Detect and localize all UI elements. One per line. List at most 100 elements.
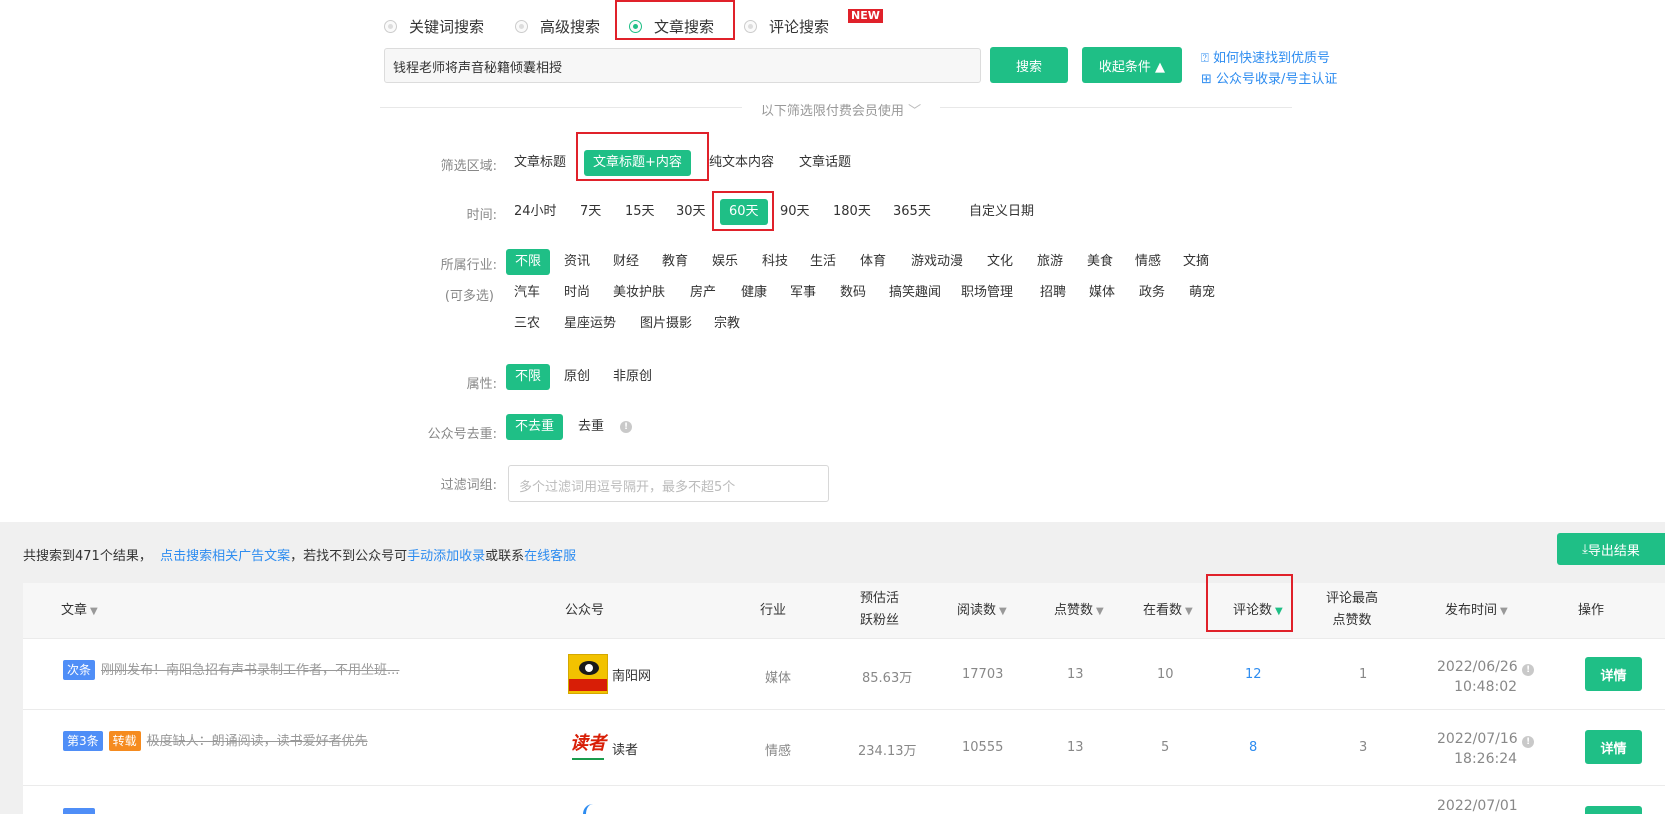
industry-option[interactable]: 宗教 (714, 311, 740, 337)
comments-cell[interactable]: 8 (1249, 740, 1257, 755)
time-option-180d[interactable]: 180天 (833, 199, 871, 225)
attribute-option-original[interactable]: 原创 (564, 364, 590, 390)
header-reads[interactable]: 阅读数 ▼ (957, 600, 1007, 623)
header-likes[interactable]: 点赞数 ▼ (1054, 600, 1104, 623)
dedupe-option-none[interactable]: 不去重 (506, 414, 564, 440)
details-button[interactable] (1585, 806, 1642, 814)
time-option-7d[interactable]: 7天 (580, 199, 601, 225)
industry-option[interactable]: 不限 (506, 249, 551, 275)
area-option-plain-text[interactable]: 纯文本内容 (709, 150, 774, 176)
highlight-box (712, 191, 774, 231)
details-button[interactable]: 详情 (1585, 657, 1642, 691)
fans-cell: 234.13万 (858, 744, 917, 759)
article-title-link[interactable]: 刚刚发布！南阳急招有声书录制工作者，不用坐班... (101, 663, 399, 678)
radio-comment-search[interactable]: 评论搜索 (744, 16, 829, 37)
account-cell[interactable]: 读者 读者 (568, 728, 638, 768)
industry-option[interactable]: 文化 (987, 249, 1013, 275)
repost-tag: 转载 (108, 731, 141, 751)
industry-option[interactable]: 教育 (662, 249, 688, 275)
attribute-option-non-original[interactable]: 非原创 (613, 364, 652, 390)
ad-copy-link[interactable]: 点击搜索相关广告文案 (160, 549, 290, 564)
article-cell: 第3条 转载 极度缺人：朗诵阅读，读书爱好者优先 (63, 730, 368, 751)
top-like-cell: 3 (1359, 740, 1368, 755)
industry-option[interactable]: 萌宠 (1189, 280, 1215, 306)
industry-option[interactable]: 军事 (790, 280, 816, 306)
industry-option[interactable]: 搞笑趣闻 (889, 280, 941, 306)
highlight-box (615, 0, 735, 40)
account-cell[interactable]: 南阳网 (568, 654, 651, 694)
help-link-find-quality[interactable]: ⍰ 如何快速找到优质号 (1201, 48, 1337, 69)
question-icon: ⍰ (1201, 51, 1209, 66)
watching-cell: 5 (1161, 740, 1170, 755)
time-option-15d[interactable]: 15天 (625, 199, 655, 225)
time-option-365d[interactable]: 365天 (893, 199, 931, 225)
industry-option[interactable]: 图片摄影 (640, 311, 692, 337)
attribute-option-any[interactable]: 不限 (506, 364, 551, 390)
radio-keyword-search[interactable]: 关键词搜索 (384, 16, 484, 37)
industry-option[interactable]: 三农 (514, 311, 540, 337)
industry-option[interactable]: 房产 (690, 280, 716, 306)
help-link-add-account[interactable]: ⊞ 公众号收录/号主认证 (1201, 69, 1337, 90)
industry-option[interactable]: 星座运势 (564, 311, 616, 337)
industry-option[interactable]: 资讯 (564, 249, 590, 275)
publish-time-cell: 2022/06/26 ! 10:48:02 (1437, 657, 1535, 697)
header-industry: 行业 (760, 603, 787, 618)
article-title-link[interactable]: 极度缺人：朗诵阅读，读书爱好者优先 (147, 734, 368, 749)
industry-option[interactable]: 美食 (1087, 249, 1113, 275)
time-option-30d[interactable]: 30天 (676, 199, 706, 225)
info-icon[interactable]: ! (1522, 664, 1535, 676)
paid-notice: 以下筛选限付费会员使用 ﹀ (742, 100, 940, 119)
industry-option[interactable]: 情感 (1135, 249, 1161, 275)
industry-option[interactable]: 媒体 (1089, 280, 1115, 306)
industry-option[interactable]: 数码 (840, 280, 866, 306)
industry-option[interactable]: 游戏动漫 (911, 249, 963, 275)
account-avatar: 读者 (568, 728, 608, 768)
reads-cell: 10555 (962, 740, 1004, 755)
filter-words-input[interactable]: 多个过滤词用逗号隔开，最多不超5个 (508, 465, 829, 502)
industry-option[interactable]: 政务 (1139, 280, 1165, 306)
export-button[interactable]: ⤓ 导出结果 (1557, 533, 1665, 565)
industry-option[interactable]: 生活 (810, 249, 836, 275)
industry-option[interactable]: 时尚 (564, 280, 590, 306)
industry-option[interactable]: 旅游 (1037, 249, 1063, 275)
radio-dot (515, 20, 528, 33)
search-input[interactable]: 钱程老师将声音秘籍倾囊相授 (384, 48, 981, 83)
industry-option[interactable]: 健康 (741, 280, 767, 306)
header-fans: 预估活 跃粉丝 (860, 591, 900, 628)
area-option-topic[interactable]: 文章话题 (799, 150, 851, 176)
comments-cell[interactable]: 12 (1245, 667, 1262, 682)
radio-label: 高级搜索 (540, 18, 601, 36)
info-icon[interactable]: ! (620, 421, 632, 433)
header-watching[interactable]: 在看数 ▼ (1143, 600, 1193, 623)
details-button[interactable]: 详情 (1585, 730, 1642, 764)
industry-option[interactable]: 财经 (613, 249, 639, 275)
radio-advanced-search[interactable]: 高级搜索 (515, 16, 600, 37)
radio-label: 关键词搜索 (409, 18, 485, 36)
industry-option[interactable]: 科技 (762, 249, 788, 275)
add-account-link[interactable]: 手动添加收录 (407, 549, 485, 564)
industry-option[interactable]: 文摘 (1183, 249, 1209, 275)
industry-option[interactable]: 职场管理 (961, 280, 1013, 306)
sort-down-icon: ▼ (999, 606, 1007, 617)
position-tag: 第3条 (63, 731, 103, 751)
time-option-custom[interactable]: 自定义日期 (969, 199, 1034, 225)
table-row: 第3条 转载 极度缺人：朗诵阅读，读书爱好者优先 读者 读者 情感 234.13万 … (23, 710, 1665, 786)
industry-option[interactable]: 体育 (860, 249, 886, 275)
time-option-24h[interactable]: 24小时 (514, 199, 557, 225)
collapse-conditions-button[interactable]: 收起条件 ▲ (1082, 47, 1182, 83)
industry-option[interactable]: 招聘 (1040, 280, 1066, 306)
header-article[interactable]: 文章 ▼ (61, 600, 98, 623)
industry-option[interactable]: 娱乐 (712, 249, 738, 275)
plus-square-icon: ⊞ (1201, 72, 1212, 87)
filter-area-label: 筛选区域: (440, 159, 497, 174)
online-service-link[interactable]: 在线客服 (524, 549, 576, 564)
area-option-title[interactable]: 文章标题 (514, 150, 566, 176)
filter-industry-label: 所属行业: (440, 258, 497, 273)
industry-option[interactable]: 美妆护肤 (613, 280, 665, 306)
header-publish-time[interactable]: 发布时间 ▼ (1445, 600, 1508, 623)
dedupe-option-dedupe[interactable]: 去重 (578, 414, 604, 440)
search-button[interactable]: 搜索 (990, 47, 1068, 83)
industry-option[interactable]: 汽车 (514, 280, 540, 306)
time-option-90d[interactable]: 90天 (780, 199, 810, 225)
info-icon[interactable]: ! (1522, 736, 1535, 748)
